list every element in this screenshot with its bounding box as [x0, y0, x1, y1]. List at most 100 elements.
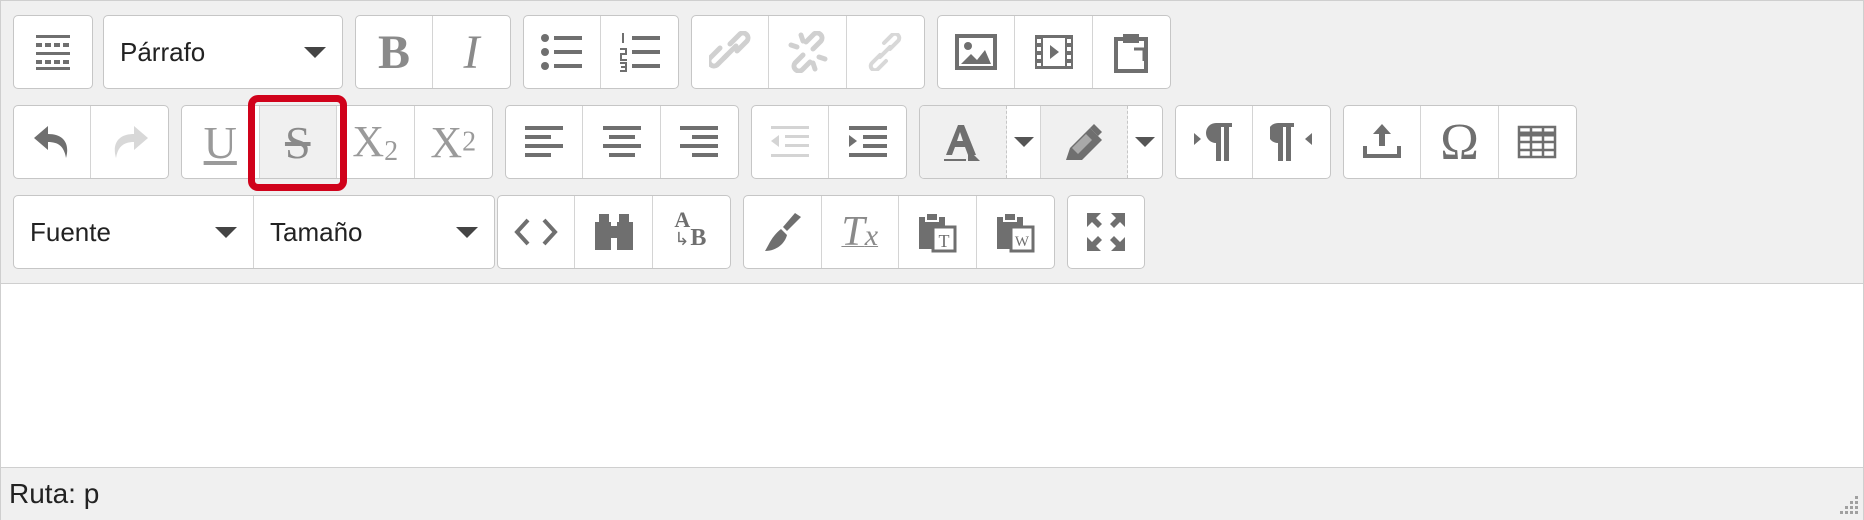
font-size-group: Fuente Tamaño [13, 195, 495, 269]
outdent-button[interactable] [752, 106, 829, 178]
clear-formatting-button[interactable]: Tx [822, 196, 899, 268]
editor-content-area[interactable] [1, 284, 1863, 466]
cleanup-group: Tx T W [743, 195, 1055, 269]
html-source-button[interactable] [498, 196, 576, 268]
svg-text:W: W [1015, 234, 1030, 250]
chevron-down-icon [1013, 137, 1034, 147]
media-group [937, 15, 1171, 89]
align-left-button[interactable] [506, 106, 584, 178]
strikethrough-icon: S [284, 116, 311, 168]
toolbar-toggle-button[interactable] [14, 16, 92, 88]
paste-word-button[interactable]: W [977, 196, 1055, 268]
unlink-button[interactable] [769, 16, 847, 88]
find-replace-button[interactable]: A ↳ B [653, 196, 730, 268]
code-icon [514, 218, 558, 246]
indent-icon [848, 126, 887, 157]
align-group [505, 105, 739, 179]
omega-icon: Ω [1440, 113, 1479, 171]
align-center-button[interactable] [583, 106, 661, 178]
code-find-group: A ↳ B [497, 195, 731, 269]
clear-formatting-icon: Tx [841, 209, 879, 255]
link-icon [709, 31, 751, 69]
manage-files-button[interactable] [1093, 16, 1170, 88]
background-color-dropdown[interactable] [1128, 106, 1162, 178]
insert-image-button[interactable] [938, 16, 1016, 88]
insert-link-button[interactable] [692, 16, 770, 88]
text-color-dropdown[interactable] [1007, 106, 1041, 178]
editor-toolbar: Párrafo B I U S X2 X2 Ω Fuente Tamaño A … [1, 1, 1863, 284]
text-style-group: U S X2 X2 [181, 105, 493, 179]
redo-icon [114, 126, 148, 158]
editor-statusbar: Ruta: p [1, 467, 1863, 520]
subscript-button[interactable]: X2 [337, 106, 415, 178]
font-select[interactable]: Fuente [14, 196, 254, 268]
text-color-button[interactable] [920, 106, 1008, 178]
toolbar-toggle-icon [36, 35, 70, 70]
underline-icon: U [203, 116, 237, 168]
insert-table-button[interactable] [1499, 106, 1576, 178]
rich-text-editor: Párrafo B I U S X2 X2 Ω Fuente Tamaño A … [0, 0, 1864, 520]
clipboard-icon [1114, 34, 1149, 73]
table-icon [1518, 125, 1557, 159]
anchor-button[interactable] [847, 16, 924, 88]
format-select-value: Párrafo [120, 36, 206, 67]
fullscreen-icon [1087, 213, 1125, 251]
chevron-down-icon [456, 226, 478, 238]
numbered-list-button[interactable] [601, 16, 678, 88]
chevron-down-icon [215, 226, 237, 238]
paste-text-icon: T [919, 212, 957, 253]
find-button[interactable] [575, 196, 653, 268]
bold-button[interactable]: B [356, 16, 433, 88]
chevron-down-icon [1135, 137, 1156, 147]
format-select[interactable]: Párrafo [104, 16, 342, 88]
anchor-icon [869, 33, 902, 71]
align-center-icon [602, 126, 641, 157]
background-color-button[interactable] [1041, 106, 1129, 178]
element-path: Ruta: p [9, 478, 100, 509]
bold-italic-group: B I [355, 15, 511, 89]
binoculars-icon [594, 214, 633, 250]
resize-grip-icon[interactable] [1835, 492, 1861, 518]
strikethrough-button[interactable]: S [259, 106, 337, 178]
subscript-icon: X2 [352, 116, 399, 168]
paragraph-rtl-icon [1269, 123, 1312, 161]
bold-icon: B [377, 25, 410, 79]
undo-icon [34, 126, 68, 158]
upload-icon [1363, 124, 1402, 158]
size-select[interactable]: Tamaño [254, 196, 494, 268]
ltr-button[interactable] [1176, 106, 1253, 178]
rtl-button[interactable] [1253, 106, 1330, 178]
underline-button[interactable]: U [182, 106, 260, 178]
insert-upload-button[interactable] [1344, 106, 1422, 178]
list-group [523, 15, 679, 89]
italic-button[interactable]: I [433, 16, 510, 88]
undo-button[interactable] [14, 106, 91, 178]
fullscreen-button[interactable] [1068, 196, 1144, 268]
film-icon [1034, 35, 1073, 69]
superscript-button[interactable]: X2 [415, 106, 493, 178]
font-select-value: Fuente [30, 216, 111, 247]
indent-group [751, 105, 907, 179]
find-replace-icon: A ↳ B [674, 207, 707, 251]
paste-word-icon: W [997, 212, 1035, 253]
cleanup-button[interactable] [744, 196, 822, 268]
indent-button[interactable] [829, 106, 906, 178]
align-right-button[interactable] [661, 106, 738, 178]
paste-text-button[interactable]: T [899, 196, 977, 268]
insert-group: Ω [1343, 105, 1577, 179]
numbered-list-icon [619, 33, 660, 72]
bullet-list-icon [541, 34, 582, 70]
redo-button[interactable] [91, 106, 168, 178]
format-select-group: Párrafo [103, 15, 343, 89]
image-icon [955, 34, 998, 70]
bullet-list-button[interactable] [524, 16, 601, 88]
text-color-icon [944, 125, 981, 161]
special-char-button[interactable]: Ω [1421, 106, 1499, 178]
superscript-icon: X2 [430, 117, 477, 167]
unlink-icon [788, 31, 828, 73]
italic-icon: I [463, 25, 480, 79]
align-right-icon [680, 126, 719, 157]
undo-redo-group [13, 105, 169, 179]
insert-media-button[interactable] [1015, 16, 1093, 88]
align-left-icon [525, 126, 564, 157]
